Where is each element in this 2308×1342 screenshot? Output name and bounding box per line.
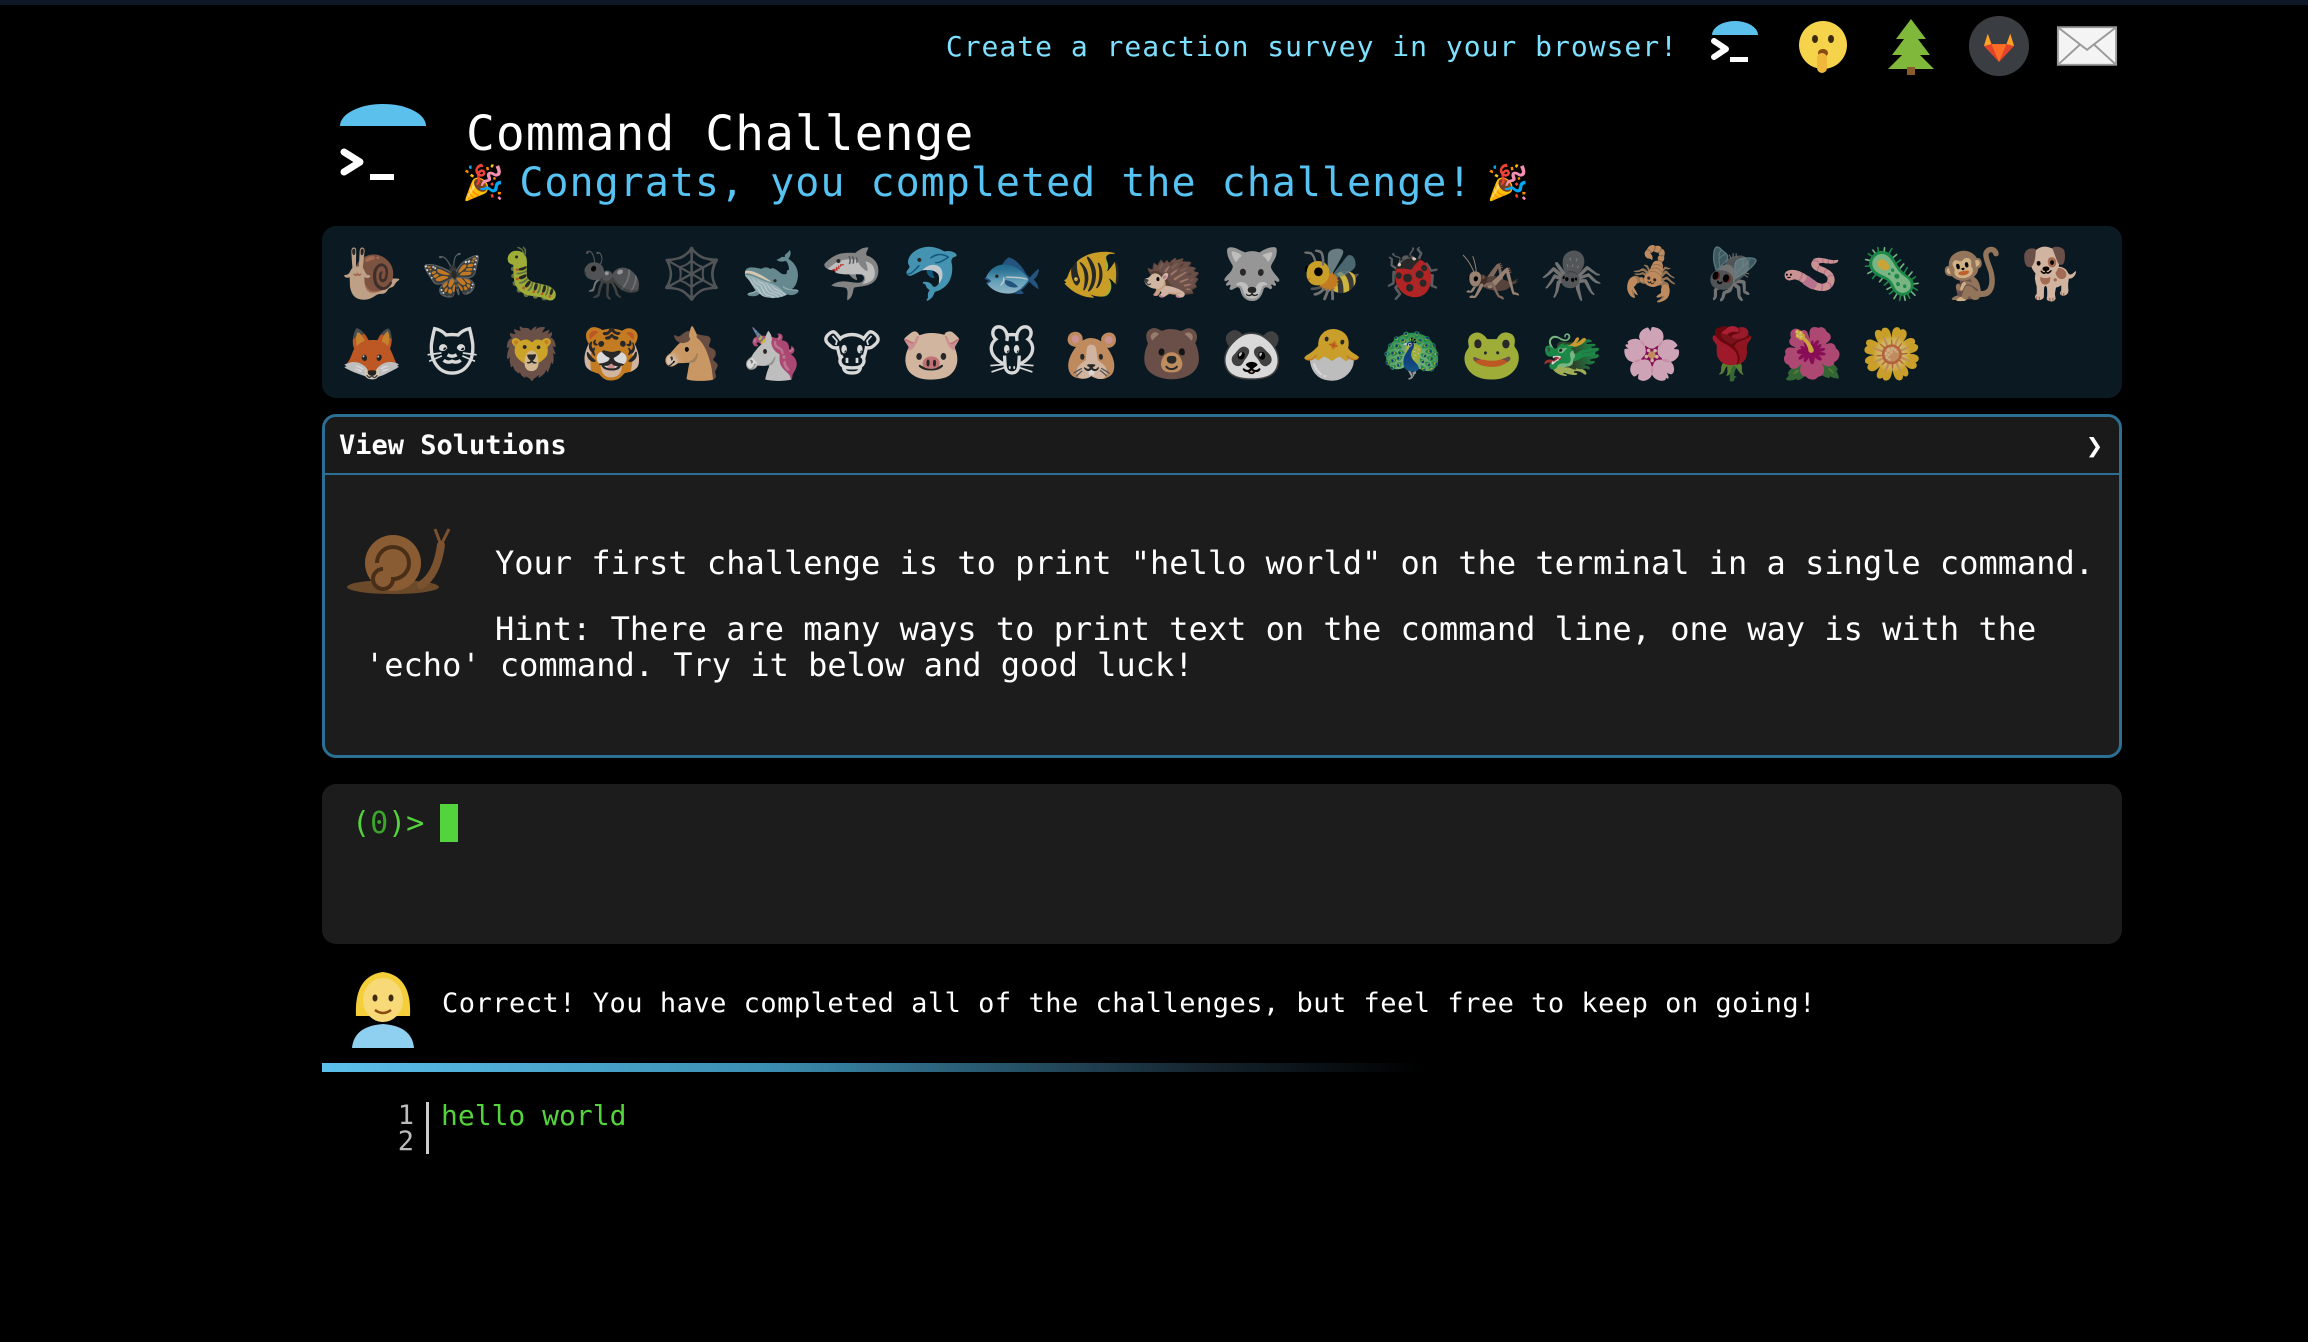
shushing-face-icon[interactable]: [1792, 15, 1854, 77]
animal-badge-icon[interactable]: 🐯: [572, 314, 652, 394]
animal-badge-icon[interactable]: 🕸️: [652, 234, 732, 314]
animal-badge-icon[interactable]: 🐒: [1932, 234, 2012, 314]
terminal-input[interactable]: (0)>: [322, 784, 2122, 944]
terminal-cursor[interactable]: [440, 804, 459, 842]
terminal-logo-icon[interactable]: [338, 104, 428, 194]
animal-badge-icon[interactable]: 🐷: [892, 314, 972, 394]
animal-badge-icon[interactable]: 🪱: [1772, 234, 1852, 314]
animal-badge-icon[interactable]: 🐞: [1372, 234, 1452, 314]
prompt-count: 0: [370, 805, 389, 841]
terminal-logo-icon[interactable]: [1704, 15, 1766, 77]
animal-badge-icon[interactable]: 🐝: [1292, 234, 1372, 314]
hint-line-1: Hint: There are many ways to print text …: [495, 610, 2037, 648]
animal-badge-icon[interactable]: 🐲: [1532, 314, 1612, 394]
animal-badge-icon[interactable]: 🪰: [1692, 234, 1772, 314]
animal-badge-icon[interactable]: 🦔: [1132, 234, 1212, 314]
animal-badge-icon[interactable]: 🌸: [1612, 314, 1692, 394]
challenge-hint: Hint: There are many ways to print text …: [365, 611, 2065, 683]
output-line: 2: [390, 1125, 626, 1157]
divider: [322, 1063, 1422, 1072]
animal-badge-icon[interactable]: 🦊: [332, 314, 412, 394]
envelope-icon[interactable]: [2056, 15, 2118, 77]
animal-badge-icon[interactable]: 🐕: [2012, 234, 2092, 314]
progress-animals-strip: 🐌 🦋 🐛 🐜 🕸️ 🐋 🦈 🐬 🐟 🐠 🦔 🐺 🐝 🐞 🦗 🕷️ 🦂 🪰 🪱 🦠 🐒 🐕 🦊 🐱 🦁 🐯 🐴 🦄 🐮 🐷 🐭 🐹 🐻 🐼 🐣 🦚 🐸 🐲…: [322, 226, 2122, 398]
page-subtitle: 🎉 Congrats, you completed the challenge!…: [462, 160, 1530, 206]
animal-badge-icon[interactable]: 🐮: [812, 314, 892, 394]
challenge-panel: View Solutions ❯ Your first challenge is…: [322, 414, 2122, 758]
top-edge: [0, 0, 2308, 5]
animal-badge-icon[interactable]: 🦁: [492, 314, 572, 394]
top-bar: Create a reaction survey in your browser…: [946, 12, 2118, 80]
command-output: 1 hello world 2: [390, 1099, 627, 1157]
animal-badge-icon[interactable]: 🐻: [1132, 314, 1212, 394]
promo-link[interactable]: Create a reaction survey in your browser…: [946, 30, 1678, 63]
prompt-close: )>: [388, 805, 425, 841]
animal-badge-icon[interactable]: 🐠: [1052, 234, 1132, 314]
animal-badge-icon[interactable]: 🐼: [1212, 314, 1292, 394]
animal-badge-icon[interactable]: 🐜: [572, 234, 652, 314]
line-number: 2: [397, 1125, 414, 1157]
animal-badge-icon[interactable]: 🦈: [812, 234, 892, 314]
snail-icon: [347, 528, 451, 594]
animal-badge-icon[interactable]: 🐋: [732, 234, 812, 314]
tree-icon[interactable]: [1880, 15, 1942, 77]
animal-badge-icon[interactable]: 🐹: [1052, 314, 1132, 394]
animal-badge-icon[interactable]: 🌼: [1852, 314, 1932, 394]
animal-badge-icon[interactable]: 🕷️: [1532, 234, 1612, 314]
animal-badge-icon[interactable]: 🐸: [1452, 314, 1532, 394]
animal-badge-icon[interactable]: 🐣: [1292, 314, 1372, 394]
line-separator: [426, 1102, 429, 1128]
line-text: hello world: [441, 1098, 627, 1132]
animal-badge-icon[interactable]: 🌺: [1772, 314, 1852, 394]
party-popper-icon: 🎉: [462, 163, 506, 203]
chevron-right-icon[interactable]: ❯: [2086, 429, 2103, 462]
animal-badge-icon[interactable]: 🦄: [732, 314, 812, 394]
animal-badge-icon[interactable]: 🐌: [332, 234, 412, 314]
terminal-prompt: (0)>: [352, 804, 459, 842]
animal-badge-icon[interactable]: 🦋: [412, 234, 492, 314]
animal-badge-icon[interactable]: 🦂: [1612, 234, 1692, 314]
line-separator: [426, 1128, 429, 1154]
header: Command Challenge 🎉 Congrats, you comple…: [338, 100, 1738, 210]
animal-badge-icon[interactable]: 🦚: [1372, 314, 1452, 394]
animal-badge-icon[interactable]: 🐛: [492, 234, 572, 314]
result-message: Correct! You have completed all of the c…: [442, 988, 1816, 1019]
party-popper-icon: 🎉: [1486, 163, 1530, 203]
gitlab-icon[interactable]: [1968, 15, 2030, 77]
animal-badge-icon[interactable]: 🐬: [892, 234, 972, 314]
page-title: Command Challenge: [466, 106, 975, 162]
subtitle-text: Congrats, you completed the challenge!: [519, 160, 1473, 206]
woman-avatar-icon: [352, 972, 414, 1048]
animal-badge-icon[interactable]: 🦗: [1452, 234, 1532, 314]
prompt-open: (: [352, 805, 371, 841]
animal-badge-icon[interactable]: 🦠: [1852, 234, 1932, 314]
view-solutions-toggle[interactable]: View Solutions ❯: [325, 417, 2119, 475]
hint-line-2: 'echo' command. Try it below and good lu…: [365, 646, 1194, 684]
animal-badge-icon[interactable]: 🌹: [1692, 314, 1772, 394]
animal-badge-icon[interactable]: 🐱: [412, 314, 492, 394]
result-banner: Correct! You have completed all of the c…: [340, 958, 2120, 1050]
animal-badge-icon[interactable]: 🐭: [972, 314, 1052, 394]
view-solutions-label: View Solutions: [339, 429, 567, 461]
output-line: 1 hello world: [390, 1099, 627, 1132]
challenge-text: Your first challenge is to print "hello …: [495, 544, 2095, 582]
animal-badge-icon[interactable]: 🐺: [1212, 234, 1292, 314]
animal-badge-icon[interactable]: 🐴: [652, 314, 732, 394]
animal-badge-icon[interactable]: 🐟: [972, 234, 1052, 314]
